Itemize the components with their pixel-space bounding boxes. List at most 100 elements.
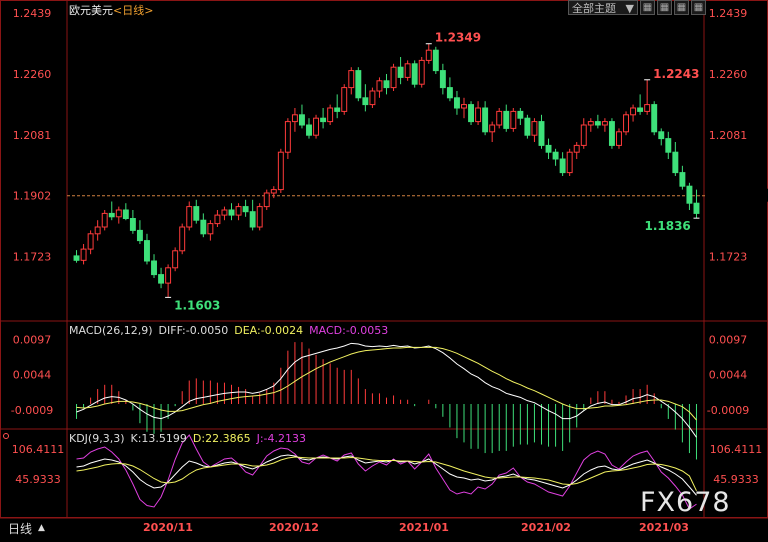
triangle-up-icon: ▲ [38, 523, 45, 533]
period-tab-label: 日线 [8, 521, 33, 536]
candle-body [298, 114, 305, 126]
candle-body [418, 59, 425, 85]
candle-body [235, 206, 242, 216]
candle-body [404, 63, 411, 78]
candle-body [686, 185, 693, 204]
candle-body [489, 124, 496, 133]
macd-tick-left: 0.0097 [13, 333, 52, 346]
candle-body [369, 90, 376, 106]
candle-body [306, 124, 312, 136]
kdj-d: D:22.3865 [192, 432, 251, 445]
candle-body [658, 131, 665, 140]
grid-icon[interactable]: ▦ [657, 0, 672, 15]
y-tick-label-right: 1.1723 [709, 251, 748, 264]
kdj-tick-right: 45.9333 [713, 473, 759, 486]
y-tick-label-left: 1.1902 [13, 190, 52, 203]
candle-body [390, 66, 397, 89]
candle-body [256, 206, 263, 228]
theme-select[interactable]: 全部主题 ▼ [568, 0, 638, 15]
price-annotation: 1.2243 [653, 67, 699, 81]
instrument-title: 欧元美元<日线> [69, 2, 159, 18]
instrument-name: 欧元美元 [69, 4, 113, 17]
candle-body [538, 121, 545, 146]
candle-body [200, 219, 207, 235]
y-tick-label-right: 1.2081 [709, 129, 748, 142]
candle-body [545, 144, 552, 153]
candle-body [559, 158, 566, 174]
candle-body [122, 209, 129, 219]
y-tick-label-left: 1.2439 [13, 7, 52, 20]
macd-label: MACD(26,12,9) [69, 324, 153, 337]
x-tick-label: 2020/11 [143, 521, 193, 534]
y-tick-label-left: 1.1723 [13, 251, 52, 264]
period-tab[interactable]: 日线 ▲ [0, 518, 66, 538]
candle-body [193, 206, 200, 221]
candle-body [601, 121, 608, 126]
candle-body [693, 202, 700, 214]
candle-body [355, 70, 362, 99]
candle-body [165, 267, 172, 284]
candle-body [129, 218, 136, 231]
grid-icon[interactable]: ▦ [674, 0, 689, 15]
toolbar: 全部主题 ▼ ▦ ▦ ▦ ▦ [568, 0, 706, 16]
candle-body [348, 70, 355, 89]
candle-body [461, 104, 467, 109]
price-annotation: 1.2349 [435, 31, 481, 45]
candle-body [587, 121, 594, 126]
y-tick-label-right: 1.2260 [709, 68, 748, 81]
macd-tick-right: 0.0044 [709, 369, 748, 382]
candle-body [524, 117, 531, 136]
candle-body [341, 87, 348, 112]
candle-body [186, 206, 193, 228]
macd-diff-line [76, 342, 697, 438]
y-tick-label-left: 1.2081 [13, 129, 52, 142]
candle-body [482, 107, 489, 133]
candle-body [425, 49, 432, 61]
candle-body [362, 97, 369, 106]
candle-body [263, 192, 270, 208]
candle-body [214, 214, 221, 225]
candle-body [284, 121, 291, 153]
candle-body [468, 104, 475, 123]
x-tick-label: 2021/03 [639, 521, 689, 534]
candle-body [651, 104, 658, 133]
kdj-tick-left: 45.9333 [15, 473, 61, 486]
candle-body [73, 255, 80, 261]
candle-body [453, 97, 460, 109]
period-link[interactable]: <日线> [113, 4, 153, 17]
candle-body [94, 226, 101, 235]
candle-body [151, 260, 157, 276]
candle-body [158, 274, 165, 284]
x-tick-label: 2020/12 [269, 521, 319, 534]
candle-body [580, 124, 587, 146]
macd-dea: DEA:-0.0024 [234, 324, 304, 337]
candle-body [87, 233, 94, 250]
x-tick-label: 2021/01 [399, 521, 449, 534]
candle-body [172, 250, 179, 269]
candle-body [432, 49, 439, 72]
candle-body [411, 63, 418, 85]
kdj-j: J:-4.2133 [256, 432, 307, 445]
candle-body [531, 121, 538, 136]
y-tick-label-right: 1.2439 [709, 7, 748, 20]
candle-body [623, 114, 629, 133]
current-price-box [706, 188, 768, 202]
candle-body [228, 209, 235, 216]
candle-body [608, 121, 615, 146]
candle-body [242, 206, 249, 213]
candle-body [573, 144, 580, 153]
candle-body [327, 107, 334, 123]
candle-body [446, 87, 453, 99]
candle-body [475, 107, 482, 123]
candle-body [136, 229, 143, 242]
candle-body [637, 107, 644, 112]
candle-body [320, 117, 327, 123]
candle-body [496, 110, 503, 126]
candle-body [334, 107, 341, 112]
theme-select-label: 全部主题 [572, 2, 616, 15]
candle-body [439, 70, 446, 89]
price-annotation: 1.1603 [174, 298, 220, 312]
candle-body [144, 240, 150, 262]
grid-icon[interactable]: ▦ [640, 0, 655, 15]
grid-icon[interactable]: ▦ [691, 0, 706, 15]
